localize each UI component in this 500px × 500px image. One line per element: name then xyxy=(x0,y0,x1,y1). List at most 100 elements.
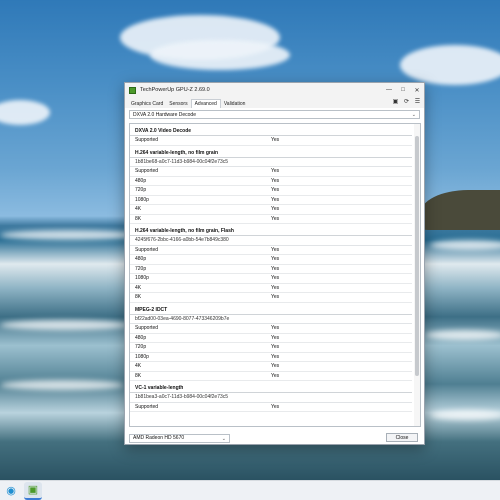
info-row-value: Yes xyxy=(271,177,280,184)
info-row-key: 1080p xyxy=(135,275,149,282)
island xyxy=(420,190,500,230)
gpu-selector-value: AMD Radeon HD 5670 xyxy=(133,435,185,441)
info-row-key: 720p xyxy=(135,187,147,194)
info-row-key: 1080p xyxy=(135,196,149,203)
info-row-value: Yes xyxy=(271,265,280,272)
close-button[interactable]: Close xyxy=(386,433,418,442)
section-header: VC-1 variable-length xyxy=(130,381,412,393)
wave xyxy=(430,240,500,250)
info-row[interactable]: 4K Yes xyxy=(130,362,412,372)
info-row[interactable]: 1080p Yes xyxy=(130,274,412,284)
gpuz-window: TechPowerUp GPU-Z 2.69.0 — □ ✕ Graphics … xyxy=(124,82,425,445)
window-title: TechPowerUp GPU-Z 2.69.0 xyxy=(140,87,210,93)
info-row[interactable]: 720p Yes xyxy=(130,343,412,353)
info-row-value: Yes xyxy=(271,137,280,144)
info-row[interactable]: Supported Yes xyxy=(130,324,412,334)
scrollbar-thumb[interactable] xyxy=(415,136,419,376)
gpuz-taskbar-icon[interactable]: ▣ xyxy=(24,481,42,500)
info-row[interactable]: Supported Yes xyxy=(130,403,412,412)
close-window-button[interactable]: ✕ xyxy=(410,83,424,97)
title-bar[interactable]: TechPowerUp GPU-Z 2.69.0 — □ ✕ xyxy=(125,83,424,97)
info-rows: DXVA 2.0 Video Decode Supported Yes H.264 v… xyxy=(130,124,412,412)
section-guid: bf22ad00-03ea-4690-8077-473346209b7e xyxy=(130,315,412,324)
info-row[interactable]: 8K Yes xyxy=(130,293,412,303)
minimize-button[interactable]: — xyxy=(382,83,396,97)
info-row[interactable]: 4K Yes xyxy=(130,284,412,293)
info-row-key: 4K xyxy=(135,363,142,370)
menu-icon[interactable]: ☰ xyxy=(414,98,421,105)
advanced-info-list[interactable]: DXVA 2.0 Video Decode Supported Yes H.264 v… xyxy=(129,123,421,427)
info-row-value: Yes xyxy=(271,187,280,194)
info-row-key: 720p xyxy=(135,344,147,351)
info-row[interactable]: 720p Yes xyxy=(130,265,412,274)
maximize-button[interactable]: □ xyxy=(396,83,410,97)
info-row[interactable]: Supported Yes xyxy=(130,167,412,177)
section-dropdown[interactable]: DXVA 2.0 Hardware Decode ⌄ xyxy=(129,110,420,119)
info-row-value: Yes xyxy=(271,363,280,370)
info-row-key: 1080p xyxy=(135,353,149,360)
wave xyxy=(0,380,125,390)
section-guid: 1b81bea3-a0c7-11d3-b984-00c04f2e73c5 xyxy=(130,393,412,403)
tab-advanced[interactable]: Advanced xyxy=(190,99,221,108)
info-row[interactable]: Supported Yes xyxy=(130,136,412,146)
bottom-bar: AMD Radeon HD 5670 ⌄ Close xyxy=(125,432,424,444)
chevron-down-icon: ⌄ xyxy=(411,112,416,118)
info-row-value: Yes xyxy=(271,334,280,341)
info-row[interactable]: 1080p Yes xyxy=(130,196,412,205)
wave xyxy=(430,410,500,420)
info-row-value: Yes xyxy=(271,215,280,222)
gpuz-app-icon xyxy=(129,86,136,94)
info-row[interactable]: Supported Yes xyxy=(130,246,412,255)
edge-browser-icon[interactable]: ◉ xyxy=(2,482,20,500)
info-row[interactable]: 8K Yes xyxy=(130,215,412,224)
info-row[interactable]: 480p Yes xyxy=(130,255,412,265)
info-row-key: 4K xyxy=(135,206,142,213)
info-row-value: Yes xyxy=(271,344,280,351)
gpu-selector[interactable]: AMD Radeon HD 5670 ⌄ xyxy=(129,433,230,443)
info-row-key: 480p xyxy=(135,256,147,263)
info-row-value: Yes xyxy=(271,372,280,379)
section-header: H.264 variable-length, no film grain, Fl… xyxy=(130,224,412,236)
wave xyxy=(0,230,140,240)
tab-graphics-card[interactable]: Graphics Card xyxy=(128,100,166,108)
info-row-key: 4K xyxy=(135,284,142,291)
refresh-icon[interactable]: ⟳ xyxy=(403,98,410,105)
info-row-value: Yes xyxy=(271,403,280,410)
cloud xyxy=(0,100,50,125)
camera-icon[interactable]: ▣ xyxy=(392,98,399,105)
info-row-value: Yes xyxy=(271,256,280,263)
info-row-value: Yes xyxy=(271,206,280,213)
info-row-value: Yes xyxy=(271,275,280,282)
wave xyxy=(0,320,130,330)
info-row-value: Yes xyxy=(271,168,280,175)
cloud xyxy=(150,40,290,70)
tab-validation[interactable]: Validation xyxy=(221,100,249,108)
info-row-value: Yes xyxy=(271,284,280,291)
cloud xyxy=(400,45,500,85)
info-row-key: 480p xyxy=(135,177,147,184)
info-row-key: 480p xyxy=(135,334,147,341)
toolbar-icons: ▣ ⟳ ☰ xyxy=(392,98,421,105)
info-row[interactable]: 480p Yes xyxy=(130,177,412,186)
info-row-key: Supported xyxy=(135,246,159,253)
info-row-key: Supported xyxy=(135,137,159,144)
info-row-key: 8K xyxy=(135,215,142,222)
info-row-value: Yes xyxy=(271,325,280,332)
info-row[interactable]: 4K Yes xyxy=(130,205,412,215)
info-row[interactable]: 1080p Yes xyxy=(130,353,412,362)
section-header: H.264 variable-length, no film grain xyxy=(130,146,412,158)
info-row-value: Yes xyxy=(271,246,280,253)
tab-row: Graphics Card Sensors Advanced Validatio… xyxy=(125,97,424,108)
taskbar: ◉ ▣ xyxy=(0,480,500,500)
info-row[interactable]: 8K Yes xyxy=(130,372,412,381)
chevron-down-icon: ⌄ xyxy=(221,435,226,442)
info-row-value: Yes xyxy=(271,294,280,301)
section-header: DXVA 2.0 Video Decode xyxy=(130,124,412,136)
tab-sensors[interactable]: Sensors xyxy=(166,100,190,108)
info-row-key: Supported xyxy=(135,168,159,175)
info-row[interactable]: 480p Yes xyxy=(130,334,412,343)
section-guid: 1b81be68-a0c7-11d3-b984-00c04f2e73c5 xyxy=(130,158,412,167)
wave xyxy=(425,330,500,340)
info-row[interactable]: 720p Yes xyxy=(130,186,412,196)
info-row-key: 720p xyxy=(135,265,147,272)
